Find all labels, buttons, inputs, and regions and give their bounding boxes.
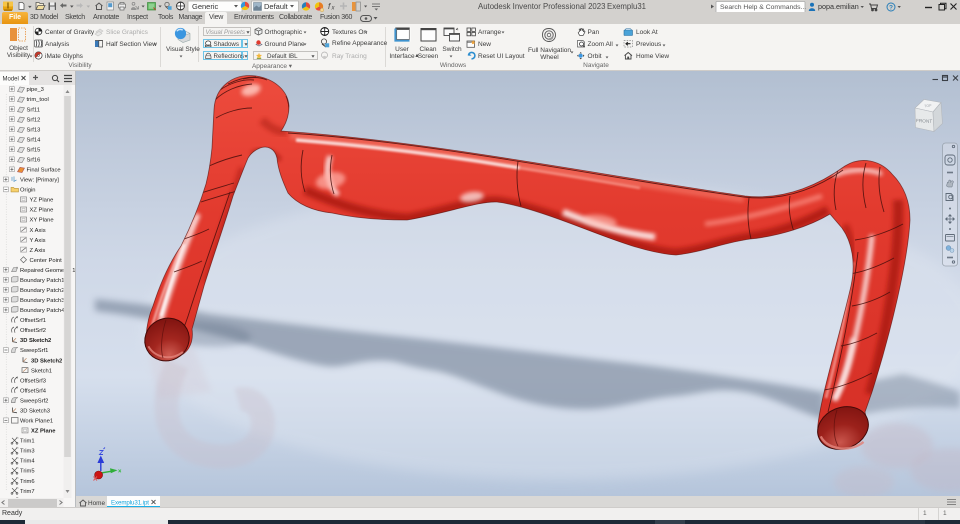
svg-text:trim_tool: trim_tool [27,97,49,103]
svg-text:XZ Plane: XZ Plane [31,429,56,435]
svg-text:Srf13: Srf13 [27,127,41,133]
svg-text:SweepSrf2: SweepSrf2 [20,398,48,404]
svg-text:Model: Model [3,77,19,83]
svg-text:OffsetSrf3: OffsetSrf3 [20,378,46,384]
svg-text:Autodesk Inventor Professional: Autodesk Inventor Professional 2023 [478,2,605,11]
svg-text:Trim6: Trim6 [20,479,35,485]
svg-text:Work Plane1: Work Plane1 [20,419,53,425]
svg-text:Default: Default [264,2,289,11]
svg-text:Origin: Origin [20,188,35,194]
svg-text:Srf12: Srf12 [27,117,41,123]
svg-text:XY Plane: XY Plane [30,218,54,224]
svg-text:Generic: Generic [192,2,219,11]
svg-text:Srf14: Srf14 [27,137,42,143]
svg-text:OffsetSrf2: OffsetSrf2 [20,328,46,334]
svg-text:Search Help & Commands...: Search Help & Commands... [720,4,806,11]
svg-text:Z Axis: Z Axis [30,248,46,254]
svg-text:XZ Plane: XZ Plane [30,208,54,214]
svg-text:Srf11: Srf11 [27,107,40,113]
svg-text:SweepSrf1: SweepSrf1 [20,348,48,354]
svg-text:Boundary Patch3: Boundary Patch3 [20,298,64,304]
svg-text:Boundary Patch1: Boundary Patch1 [20,278,64,284]
svg-text:Exemplu31.ipt: Exemplu31.ipt [111,500,149,507]
svg-text:x: x [331,6,336,12]
svg-text:OffsetSrf1: OffsetSrf1 [20,318,46,324]
svg-text:OffsetSrf4: OffsetSrf4 [20,388,47,394]
svg-text:X Axis: X Axis [30,228,46,234]
svg-text:Boundary Patch2: Boundary Patch2 [20,288,64,294]
svg-text:popa.emilian: popa.emilian [818,2,859,11]
svg-text:3D Sketch3: 3D Sketch3 [20,409,50,415]
svg-text:View: [Primary]: View: [Primary] [20,178,59,184]
svg-text:Exemplu31: Exemplu31 [607,2,646,11]
svg-text:Trim5: Trim5 [20,469,35,475]
svg-text:FRONT: FRONT [916,118,933,124]
svg-text:3D Sketch2: 3D Sketch2 [31,358,62,364]
svg-text:?: ? [889,5,893,12]
svg-text:Y Axis: Y Axis [30,238,46,244]
svg-text:pipe_3: pipe_3 [27,87,44,93]
svg-text:Home: Home [88,500,105,507]
svg-text:Trim3: Trim3 [20,449,35,455]
svg-text:I: I [7,2,9,11]
svg-text:Srf15: Srf15 [27,147,41,153]
svg-text:Final Surface: Final Surface [27,168,61,174]
svg-text:Trim1: Trim1 [20,439,35,445]
svg-text:Boundary Patch4: Boundary Patch4 [20,308,65,314]
svg-text:YZ Plane: YZ Plane [30,198,54,204]
svg-text:Trim7: Trim7 [20,489,35,495]
svg-text:TOP: TOP [924,104,932,109]
svg-text:Center Point: Center Point [30,258,63,264]
svg-text:Sketch1: Sketch1 [31,368,52,374]
svg-text:Trim4: Trim4 [20,459,35,465]
svg-text:Srf16: Srf16 [27,158,41,164]
svg-text:3D Sketch2: 3D Sketch2 [20,338,51,344]
